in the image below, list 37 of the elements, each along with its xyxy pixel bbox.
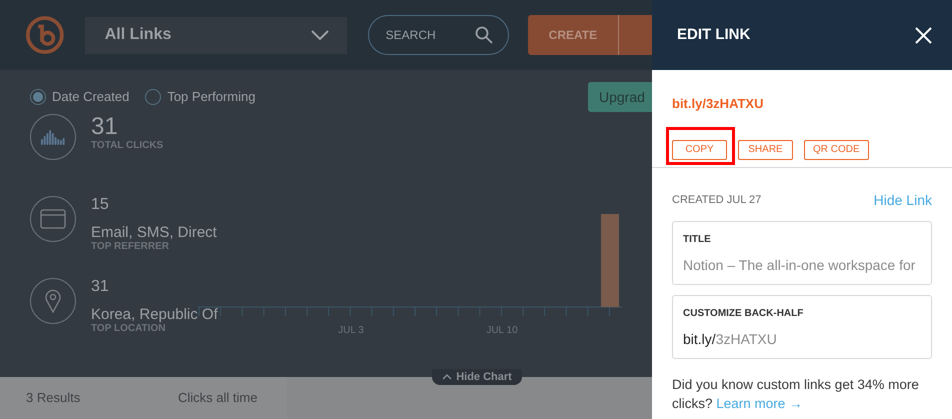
- hide-chart-button[interactable]: Hide Chart: [432, 369, 522, 385]
- sort-radio[interactable]: Top Performing: [145, 87, 256, 107]
- view-dropdown[interactable]: All Links: [84, 16, 347, 54]
- create-button[interactable]: CREATE: [528, 15, 652, 55]
- promo-text: Did you know custom links get 34% more clicks? Learn more →: [672, 376, 920, 413]
- action-button[interactable]: COPY: [672, 140, 727, 160]
- axis-label: JUL 3: [338, 325, 364, 336]
- chevron-icon: [310, 30, 329, 40]
- stat-value: 31: [91, 114, 119, 140]
- stat-detail: Korea, Republic Of: [91, 306, 218, 323]
- panel-title: EDIT LINK: [677, 24, 750, 45]
- stat-value: 31: [91, 278, 110, 296]
- browser-window-icon: [40, 209, 66, 229]
- search-icon: [474, 26, 493, 44]
- learn-more-link[interactable]: Learn more →: [716, 396, 803, 411]
- created-date: CREATED JUL 27: [672, 193, 762, 208]
- bar-chart-icon: [40, 129, 66, 145]
- stat-detail: Email, SMS, Direct: [91, 224, 217, 241]
- action-button[interactable]: QR CODE: [804, 140, 869, 160]
- column-heading: Clicks all time: [178, 389, 258, 408]
- stat-label: TOP REFERRER: [91, 241, 170, 253]
- axis-label: JUL 10: [486, 325, 518, 336]
- search-field[interactable]: SEARCH: [368, 15, 509, 55]
- results-count: 3 Results: [26, 389, 82, 408]
- stat-label: TOTAL CLICKS: [91, 140, 164, 152]
- location-pin-icon: [45, 289, 61, 313]
- close-button[interactable]: [915, 26, 932, 44]
- short-link[interactable]: bit.ly/3zHATXU: [672, 96, 764, 111]
- hide-link[interactable]: Hide Link: [874, 190, 932, 211]
- action-button[interactable]: SHARE: [738, 140, 793, 160]
- text-field[interactable]: CUSTOMIZE BACK-HALF bit.ly/3zHATXU: [672, 295, 932, 359]
- chevron-up-icon: [442, 374, 452, 380]
- text-field[interactable]: TITLE Notion – The all-in-one workspace for: [672, 221, 932, 285]
- stat-value: 15: [91, 196, 110, 214]
- upgrade-button[interactable]: Upgrad: [588, 82, 652, 112]
- stat-label: TOP LOCATION: [91, 323, 166, 335]
- sort-radio[interactable]: Date Created: [30, 87, 130, 107]
